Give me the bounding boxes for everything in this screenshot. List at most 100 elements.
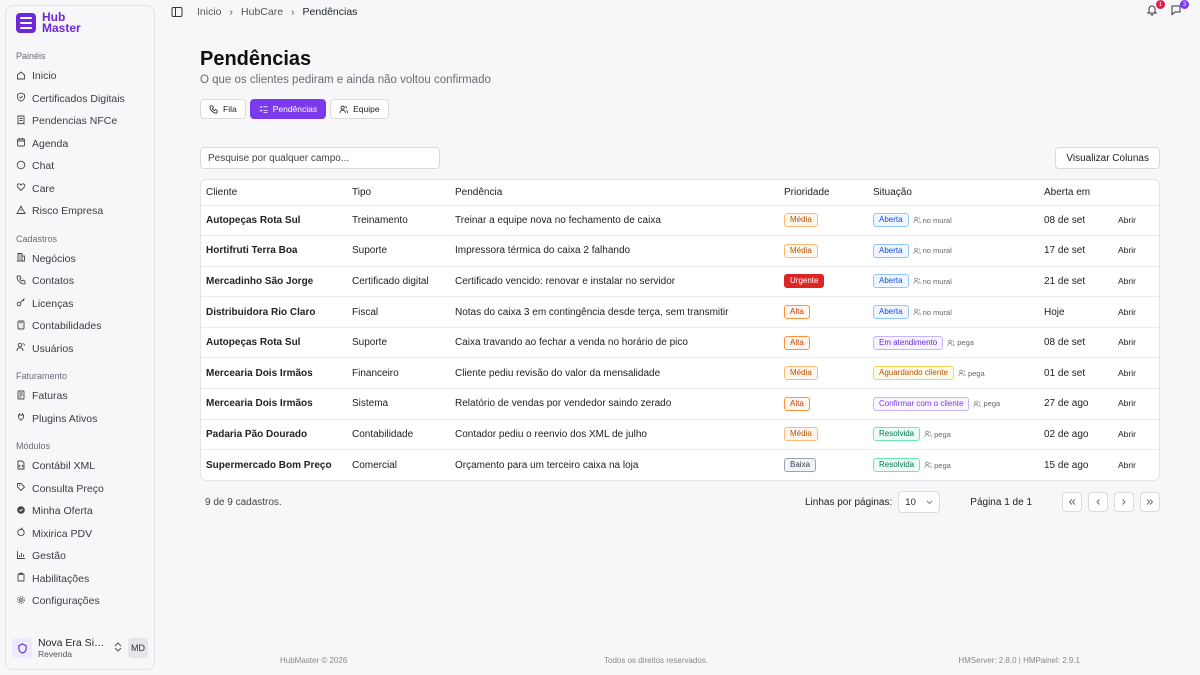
priority-badge: Média — [784, 366, 818, 381]
view-columns-button[interactable]: Visualizar Colunas — [1055, 147, 1160, 169]
cell-prioridade: Média — [779, 357, 868, 390]
open-button[interactable]: Abrir — [1118, 368, 1136, 378]
cell-cliente: Padaria Pão Dourado — [201, 419, 347, 451]
sidebar-item-configuracoes[interactable]: Configurações — [6, 590, 154, 613]
avatar[interactable]: MD — [128, 638, 148, 658]
plug-icon — [16, 412, 26, 425]
org-switcher[interactable]: Nova Era Siste... Revenda MD — [6, 627, 154, 669]
sidebar-item-consulta-preco[interactable]: Consulta Preço — [6, 478, 154, 501]
logo[interactable]: Hub Master — [6, 6, 154, 40]
user-icon — [924, 431, 932, 438]
sidebar-item-usuarios[interactable]: Usuários — [6, 338, 154, 361]
open-button[interactable]: Abrir — [1118, 398, 1136, 408]
sidebar-item-care[interactable]: Care — [6, 178, 154, 201]
table-row[interactable]: Mercearia Dois Irmãos Sistema Relatório … — [201, 388, 1159, 420]
column-header-tipo[interactable]: Tipo — [347, 180, 450, 206]
open-button[interactable]: Abrir — [1118, 337, 1136, 347]
sidebar-item-contabilidades[interactable]: Contabilidades — [6, 315, 154, 338]
table-row[interactable]: Autopeças Rota Sul Treinamento Treinar a… — [201, 205, 1159, 237]
heart-icon — [16, 182, 26, 195]
cell-aberta-em: 17 de set — [1039, 235, 1113, 267]
chevron-right-icon: › — [229, 6, 234, 18]
search-input[interactable] — [200, 147, 440, 169]
sidebar-item-habilitacoes[interactable]: Habilitações — [6, 568, 154, 591]
table-row[interactable]: Supermercado Bom Preço Comercial Orçamen… — [201, 450, 1159, 481]
sidebar-item-minha-oferta[interactable]: Minha Oferta — [6, 500, 154, 523]
open-button[interactable]: Abrir — [1118, 276, 1136, 286]
column-header-prioridade[interactable]: Prioridade — [779, 180, 868, 206]
assignee: pega — [947, 338, 974, 347]
open-button[interactable]: Abrir — [1118, 215, 1136, 225]
sidebar-item-contabil-xml[interactable]: Contábil XML — [6, 455, 154, 478]
org-name: Nova Era Siste... — [38, 637, 108, 649]
sidebar-item-label: Usuários — [32, 342, 74, 355]
first-page-button[interactable] — [1062, 492, 1082, 513]
sidebar-item-faturas[interactable]: Faturas — [6, 385, 154, 408]
open-button[interactable]: Abrir — [1118, 245, 1136, 255]
key-icon — [16, 297, 26, 310]
table-row[interactable]: Mercearia Dois Irmãos Financeiro Cliente… — [201, 357, 1159, 390]
column-header-situacao[interactable]: Situação — [868, 180, 1039, 206]
notifications-button[interactable]: 1 — [1146, 0, 1165, 18]
table-row[interactable]: Padaria Pão Dourado Contabilidade Contad… — [201, 419, 1159, 451]
org-icon — [12, 638, 32, 658]
previous-page-button[interactable] — [1088, 492, 1108, 513]
cell-situacao: Resolvida pega — [868, 419, 1039, 451]
assignee-label: pega — [967, 368, 985, 378]
status-badge: Resolvida — [873, 458, 921, 473]
sidebar-item-risco-empresa[interactable]: Risco Empresa — [6, 200, 154, 223]
open-button[interactable]: Abrir — [1118, 307, 1136, 317]
status-badge: Resolvida — [873, 427, 921, 442]
table-row[interactable]: Distribuidora Rio Claro Fiscal Notas do … — [201, 296, 1159, 328]
table-row[interactable]: Hortifruti Terra Boa Suporte Impressora … — [201, 235, 1159, 267]
sidebar-item-pendencias-nfce[interactable]: Pendencias NFCe — [6, 110, 154, 133]
sidebar-toggle-button[interactable] — [169, 4, 185, 20]
page-indicator: Página 1 de 1 — [970, 496, 1032, 508]
last-page-button[interactable] — [1140, 492, 1160, 513]
sidebar-item-contatos[interactable]: Contatos — [6, 270, 154, 293]
sidebar-item-gestao[interactable]: Gestão — [6, 545, 154, 568]
cell-acao: Abrir — [1113, 205, 1159, 237]
open-button[interactable]: Abrir — [1118, 429, 1136, 439]
cell-situacao: Aberta no mural — [868, 266, 1039, 298]
tab-pendencias[interactable]: Pendências — [249, 99, 327, 119]
table-row[interactable]: Autopeças Rota Sul Suporte Caixa travand… — [201, 327, 1159, 359]
messages-button[interactable]: 3 — [1170, 0, 1189, 18]
cell-pendencia: Treinar a equipe nova no fechamento de c… — [450, 205, 779, 237]
assignee: no mural — [913, 308, 952, 317]
chevron-left-icon — [1096, 499, 1100, 506]
rows-per-page-select[interactable]: 10 — [898, 491, 941, 514]
cell-situacao: Aberta no mural — [868, 296, 1039, 328]
sidebar-item-certificados-digitais[interactable]: Certificados Digitais — [6, 88, 154, 111]
chevron-down-icon — [926, 500, 933, 504]
sidebar-item-inicio[interactable]: Inicio — [6, 65, 154, 88]
priority-badge: Baixa — [784, 458, 817, 473]
assignee-label: no mural — [922, 307, 952, 317]
footer-rights: Todos os direitos reservados. — [604, 656, 709, 665]
cell-cliente: Hortifruti Terra Boa — [201, 235, 347, 267]
sidebar-item-label: Plugins Ativos — [32, 412, 98, 425]
sidebar-item-chat[interactable]: Chat — [6, 155, 154, 178]
phone-icon — [16, 275, 26, 288]
breadcrumb-hubcare[interactable]: HubCare — [241, 6, 283, 18]
sidebar-item-label: Consulta Preço — [32, 482, 104, 495]
next-page-button[interactable] — [1114, 492, 1134, 513]
column-header-pendencia[interactable]: Pendência — [450, 180, 779, 206]
cell-cliente: Autopeças Rota Sul — [201, 205, 347, 237]
sidebar-item-licencas[interactable]: Licenças — [6, 293, 154, 316]
tab-fila[interactable]: Fila — [200, 99, 246, 119]
table-row[interactable]: Mercadinho São Jorge Certificado digital… — [201, 266, 1159, 298]
breadcrumb-inicio[interactable]: Inicio — [197, 6, 222, 18]
sidebar-item-agenda[interactable]: Agenda — [6, 133, 154, 156]
tab-equipe[interactable]: Equipe — [330, 99, 389, 119]
assignee-label: no mural — [922, 276, 952, 286]
shield-check-icon — [16, 92, 26, 105]
sidebar-item-negocios[interactable]: Negócios — [6, 248, 154, 271]
open-button[interactable]: Abrir — [1118, 460, 1136, 470]
column-header-aberta-em[interactable]: Aberta em — [1039, 180, 1113, 206]
users-icon — [339, 105, 349, 113]
sidebar-item-mixirica-pdv[interactable]: Mixirica PDV — [6, 523, 154, 546]
sidebar-item-plugins-ativos[interactable]: Plugins Ativos — [6, 408, 154, 431]
column-header-cliente[interactable]: Cliente — [201, 180, 347, 206]
sidebar-item-label: Chat — [32, 160, 55, 173]
